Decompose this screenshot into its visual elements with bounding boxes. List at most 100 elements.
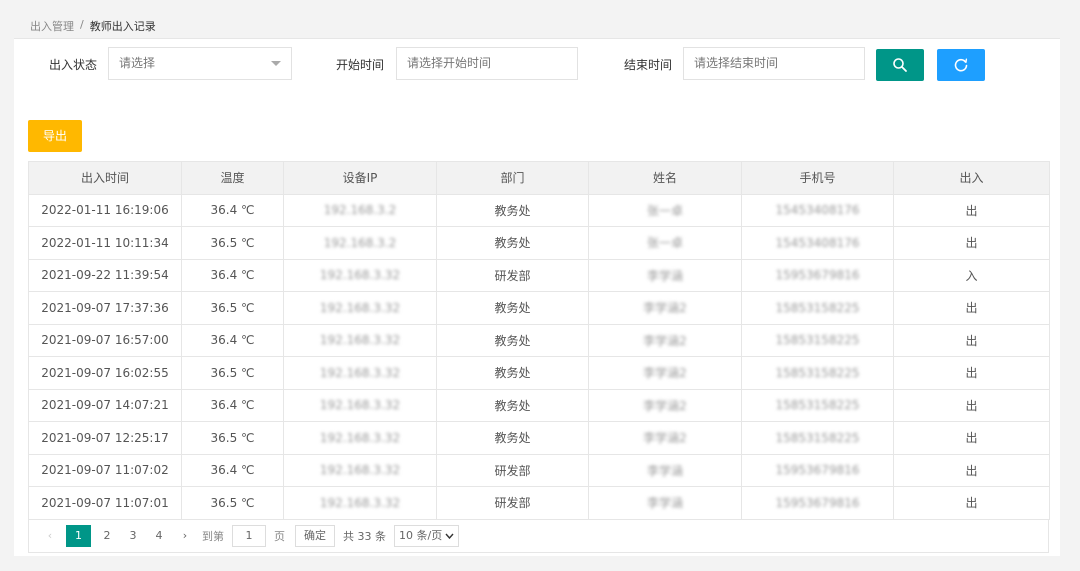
cell-phone: 15953679816 [741, 258, 894, 292]
goto-confirm-button[interactable]: 确定 [295, 524, 335, 547]
cell-dept: 教务处 [436, 356, 589, 390]
cell-inout: 出 [893, 356, 1050, 390]
cell-name: 李学涵 [588, 486, 742, 520]
refresh-button[interactable] [937, 49, 985, 81]
cell-dept: 研发部 [436, 453, 589, 487]
search-icon [893, 58, 907, 72]
cell-name: 李学涵2 [588, 356, 742, 390]
cell-inout: 出 [893, 421, 1050, 455]
cell-ip: 192.168.3.32 [283, 258, 437, 292]
col-header-dept: 部门 [436, 161, 589, 195]
divider [14, 38, 1060, 39]
cell-dept: 教务处 [436, 388, 589, 422]
col-header-phone: 手机号 [741, 161, 894, 195]
cell-ip: 192.168.3.32 [283, 388, 437, 422]
col-header-ip: 设备IP [283, 161, 437, 195]
page-3-button[interactable]: 3 [120, 529, 146, 542]
chevron-down-icon [271, 61, 281, 66]
records-table: 出入时间 温度 设备IP 部门 姓名 手机号 出入 2022-01-11 16:… [28, 161, 1050, 520]
refresh-icon [954, 58, 968, 72]
table-row: 2021-09-07 14:07:21 36.4 ℃ 192.168.3.32 教务处… [28, 388, 1050, 422]
status-label: 出入状态 [49, 58, 98, 72]
cell-temp: 36.5 ℃ [181, 356, 284, 390]
cell-ip: 192.168.3.2 [283, 226, 437, 260]
col-header-inout: 出入 [893, 161, 1050, 195]
cell-ip: 192.168.3.32 [283, 486, 437, 520]
cell-time: 2021-09-07 14:07:21 [28, 388, 182, 422]
cell-temp: 36.5 ℃ [181, 486, 284, 520]
col-header-name: 姓名 [588, 161, 742, 195]
pagination: ‹ 1 2 3 4 › 到第 1 页 确定 共 33 条 10 条/页 [28, 519, 1049, 553]
page-1-button[interactable]: 1 [66, 524, 91, 547]
total-count: 共 33 条 [343, 529, 386, 543]
cell-temp: 36.4 ℃ [181, 193, 284, 227]
cell-inout: 入 [893, 258, 1050, 292]
cell-temp: 36.4 ℃ [181, 453, 284, 487]
page-2-button[interactable]: 2 [94, 529, 120, 542]
cell-name: 李学涵2 [588, 323, 742, 357]
cell-name: 李学涵 [588, 258, 742, 292]
cell-dept: 研发部 [436, 258, 589, 292]
end-time-placeholder: 请选择结束时间 [694, 56, 779, 70]
cell-temp: 36.4 ℃ [181, 388, 284, 422]
cell-name: 李学涵 [588, 453, 742, 487]
cell-time: 2021-09-07 11:07:01 [28, 486, 182, 520]
cell-time: 2021-09-07 17:37:36 [28, 291, 182, 325]
cell-dept: 教务处 [436, 291, 589, 325]
cell-phone: 15453408176 [741, 193, 894, 227]
table-row: 2021-09-07 16:02:55 36.5 ℃ 192.168.3.32 教务处… [28, 356, 1050, 390]
breadcrumb-parent[interactable]: 出入管理 [30, 18, 74, 34]
cell-dept: 研发部 [436, 486, 589, 520]
page-size-select[interactable]: 10 条/页 [394, 524, 460, 547]
breadcrumb-current: 教师出入记录 [89, 20, 156, 33]
col-header-time: 出入时间 [28, 161, 182, 195]
cell-ip: 192.168.3.32 [283, 323, 437, 357]
table-row: 2022-01-11 10:11:34 36.5 ℃ 192.168.3.2 教务处张… [28, 226, 1050, 260]
cell-phone: 15953679816 [741, 486, 894, 520]
cell-name: 张一卓 [588, 226, 742, 260]
cell-temp: 36.4 ℃ [181, 323, 284, 357]
cell-name: 张一卓 [588, 193, 742, 227]
cell-phone: 15853158225 [741, 323, 894, 357]
export-button[interactable]: 导出 [28, 120, 82, 152]
cell-ip: 192.168.3.32 [283, 291, 437, 325]
page-4-button[interactable]: 4 [146, 529, 172, 542]
table-row: 2022-01-11 16:19:06 36.4 ℃ 192.168.3.2 教务处张… [28, 193, 1050, 227]
cell-ip: 192.168.3.32 [283, 453, 437, 487]
cell-dept: 教务处 [436, 193, 589, 227]
cell-inout: 出 [893, 193, 1050, 227]
end-time-input[interactable]: 请选择结束时间 [683, 47, 865, 80]
prev-page-button[interactable]: ‹ [37, 529, 63, 542]
cell-time: 2021-09-22 11:39:54 [28, 258, 182, 292]
cell-inout: 出 [893, 486, 1050, 520]
status-select-value: 请选择 [119, 56, 156, 70]
start-time-label: 开始时间 [336, 58, 385, 72]
cell-dept: 教务处 [436, 226, 589, 260]
start-time-input[interactable]: 请选择开始时间 [396, 47, 578, 80]
chevron-down-icon [445, 533, 454, 539]
table-row: 2021-09-07 12:25:17 36.5 ℃ 192.168.3.32 教务处… [28, 421, 1050, 455]
table-row: 2021-09-07 16:57:00 36.4 ℃ 192.168.3.32 教务处… [28, 323, 1050, 357]
cell-temp: 36.5 ℃ [181, 291, 284, 325]
col-header-temp: 温度 [181, 161, 284, 195]
cell-ip: 192.168.3.2 [283, 193, 437, 227]
cell-inout: 出 [893, 226, 1050, 260]
page-size-value: 10 条/页 [399, 528, 443, 542]
cell-temp: 36.5 ℃ [181, 226, 284, 260]
cell-ip: 192.168.3.32 [283, 356, 437, 390]
cell-time: 2021-09-07 11:07:02 [28, 453, 182, 487]
cell-phone: 15853158225 [741, 291, 894, 325]
start-time-placeholder: 请选择开始时间 [407, 56, 492, 70]
cell-phone: 15853158225 [741, 388, 894, 422]
table-row: 2021-09-07 11:07:02 36.4 ℃ 192.168.3.32 研发部… [28, 453, 1050, 487]
next-page-button[interactable]: › [172, 529, 198, 542]
cell-ip: 192.168.3.32 [283, 421, 437, 455]
cell-name: 李学涵2 [588, 421, 742, 455]
cell-name: 李学涵2 [588, 291, 742, 325]
cell-time: 2022-01-11 16:19:06 [28, 193, 182, 227]
goto-page-input[interactable]: 1 [232, 524, 266, 547]
status-select[interactable]: 请选择 [108, 47, 292, 80]
search-button[interactable] [876, 49, 924, 81]
cell-dept: 教务处 [436, 421, 589, 455]
table-row: 2021-09-22 11:39:54 36.4 ℃ 192.168.3.32 研发部… [28, 258, 1050, 292]
